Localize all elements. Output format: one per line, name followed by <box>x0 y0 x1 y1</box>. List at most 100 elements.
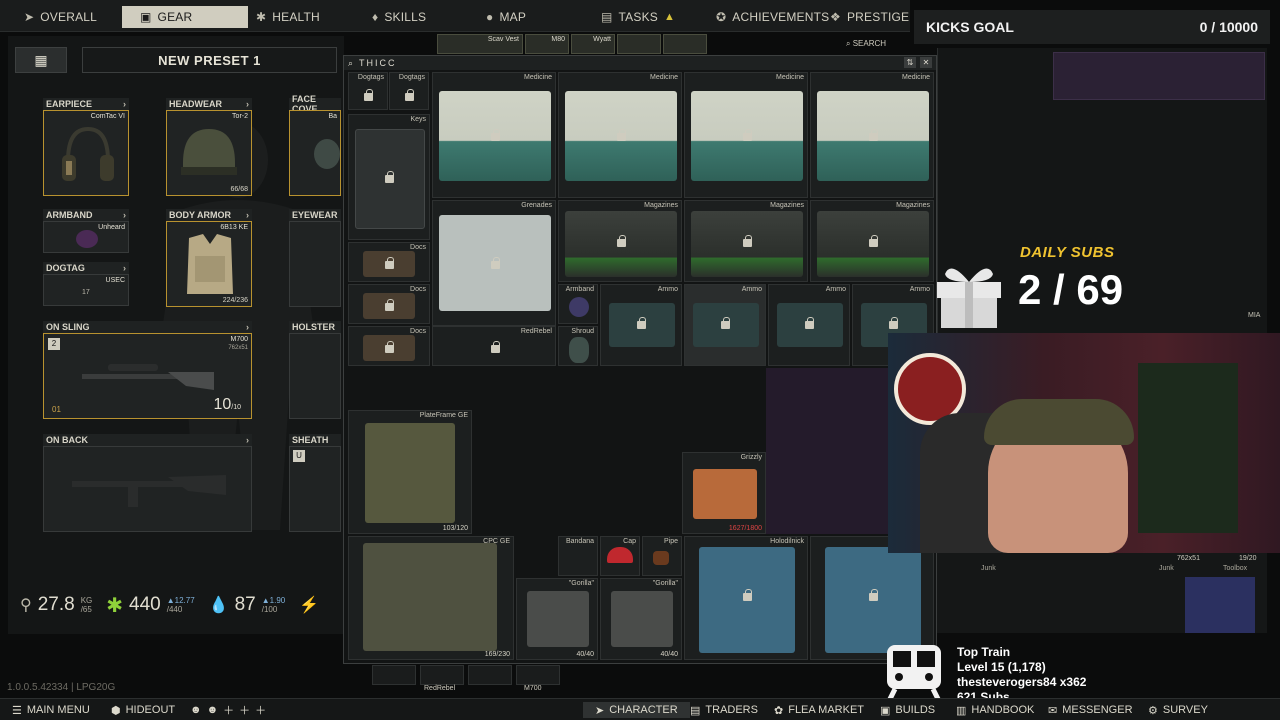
dogtags-slot[interactable]: Dogtags <box>389 72 429 110</box>
sheath-slot[interactable]: U <box>289 446 341 532</box>
body-armor-slot[interactable]: 6B13 KE 224/236 <box>166 221 252 307</box>
tab-gear[interactable]: ▣ GEAR <box>122 6 248 28</box>
headset-icon <box>62 126 114 181</box>
strip-wyatt[interactable]: Wyatt <box>571 34 615 54</box>
skills-icon: ♦ <box>372 10 379 24</box>
plateframe-item[interactable]: PlateFrame GE 103/120 <box>348 410 472 534</box>
quick-slot[interactable] <box>516 665 560 685</box>
builds-button[interactable]: ▣ BUILDS <box>880 702 935 718</box>
preset-name-field[interactable]: NEW PRESET 1 <box>82 47 337 73</box>
main-menu-button[interactable]: ☰ MAIN MENU <box>12 702 90 718</box>
warning-icon: ▲ <box>664 11 676 23</box>
version-label: 1.0.0.5.42334 | LPG20G <box>7 682 116 693</box>
chevron-right-icon: › <box>246 99 249 109</box>
strip-empty-slot[interactable] <box>617 34 661 54</box>
hideout-button[interactable]: ⬢ HIDEOUT <box>111 702 175 718</box>
face-cover-slot[interactable]: Ba <box>289 110 341 196</box>
shroud-slot[interactable]: Shroud <box>558 326 598 366</box>
keys-case[interactable]: Keys <box>348 114 430 240</box>
toolbox-art <box>1185 577 1255 633</box>
earpiece-slot[interactable]: ComTac VI <box>43 110 129 196</box>
docs-case[interactable]: Docs <box>348 242 430 282</box>
docs-case[interactable]: Docs <box>348 326 430 366</box>
holodilnick-case[interactable]: Holodilnick <box>684 536 808 660</box>
medicine-case[interactable]: Medicine <box>558 72 682 198</box>
survey-button[interactable]: ⚙ SURVEY <box>1148 702 1208 718</box>
redrebel-slot[interactable]: RedRebel <box>432 326 556 366</box>
tab-overall[interactable]: ➤ OVERALL <box>24 6 97 28</box>
ammo-case[interactable]: Ammo <box>768 284 850 366</box>
ammo-case-hovered[interactable]: Ammo <box>684 284 766 366</box>
armband-slot[interactable]: Unheard <box>43 221 129 253</box>
medicine-case[interactable]: Medicine <box>684 72 808 198</box>
grenades-case[interactable]: Grenades <box>432 200 556 326</box>
tab-tasks[interactable]: ▤ TASKS ▲ <box>601 6 675 28</box>
holster-slot[interactable] <box>289 333 341 419</box>
tab-health[interactable]: ✱ HEALTH <box>256 6 320 28</box>
bandana-item[interactable]: Bandana <box>558 536 598 576</box>
close-button[interactable]: ✕ <box>920 57 932 68</box>
tab-skills[interactable]: ♦ SKILLS <box>372 6 426 28</box>
magazines-case[interactable]: Magazines <box>684 200 808 282</box>
lock-icon <box>385 341 394 353</box>
preset-menu-button[interactable]: ▦ <box>15 47 67 73</box>
headwear-slot[interactable]: Tor-2 66/68 <box>166 110 252 196</box>
handbook-icon: ▥ <box>956 704 967 717</box>
scav-button[interactable]: ☻ ☻ ＋ ＋ ＋ <box>190 702 266 718</box>
eyewear-slot[interactable] <box>289 221 341 307</box>
top-train-info: Top Train Level 15 (1,178) thesteveroger… <box>957 645 1087 704</box>
grizzly-medkit[interactable]: Grizzly 1627/1800 <box>682 452 766 534</box>
medicine-case[interactable]: Medicine <box>432 72 556 198</box>
cap-item[interactable]: Cap <box>600 536 640 576</box>
strip-scav-vest[interactable]: Scav Vest <box>437 34 523 54</box>
grizzly-art <box>693 469 757 519</box>
gorilla-helmet[interactable]: "Gorilla" 40/40 <box>600 578 682 660</box>
cpc-armor-item[interactable]: CPC GE 169/230 <box>348 536 514 660</box>
on-sling-slot[interactable]: 2 M700 762x51 01 10/10 <box>43 333 252 419</box>
lock-icon <box>637 317 646 329</box>
slot-header-armband: ARMBAND › <box>43 209 129 221</box>
prestige-icon: ❖ <box>830 10 841 24</box>
lock-icon <box>743 235 752 247</box>
messenger-button[interactable]: ✉ MESSENGER <box>1048 702 1133 718</box>
strip-m80[interactable]: M80 <box>525 34 569 54</box>
handbook-button[interactable]: ▥ HANDBOOK <box>956 702 1034 718</box>
strip-empty-slot[interactable] <box>663 34 707 54</box>
dogtags-slot[interactable]: Dogtags <box>348 72 388 110</box>
gorilla-helmet[interactable]: "Gorilla" 40/40 <box>516 578 598 660</box>
character-button[interactable]: ➤ CHARACTER <box>583 702 690 718</box>
medicine-case[interactable]: Medicine <box>810 72 934 198</box>
map-pin-icon: ● <box>486 10 494 24</box>
ammo-case[interactable]: Ammo <box>600 284 682 366</box>
mask-icon <box>314 139 340 169</box>
armband-item-slot[interactable]: Armband <box>558 284 598 324</box>
pmc-icon: ☻ <box>206 704 219 716</box>
holodilnick-case[interactable] <box>810 536 934 660</box>
preset-icon: ▦ <box>34 51 48 68</box>
quick-slot[interactable] <box>468 665 512 685</box>
lock-icon <box>743 129 752 141</box>
sort-button[interactable]: ⇅ <box>904 57 916 68</box>
magazines-case[interactable]: Magazines <box>558 200 682 282</box>
slot-header-sheath: SHEATH <box>289 434 341 446</box>
quick-slot[interactable] <box>420 665 464 685</box>
on-back-slot[interactable] <box>43 446 252 532</box>
lock-icon <box>364 89 373 101</box>
traders-button[interactable]: ▤ TRADERS <box>690 702 758 718</box>
quick-slot[interactable] <box>372 665 416 685</box>
kicks-goal-banner: KICKS GOAL 0 / 10000 <box>914 10 1270 44</box>
tab-prestige[interactable]: ❖ PRESTIGE <box>830 6 909 28</box>
flea-market-button[interactable]: ✿ FLEA MARKET <box>774 702 864 718</box>
tab-achievements[interactable]: ✪ ACHIEVEMENTS <box>716 6 829 28</box>
ammo-counter: 10/10 <box>213 396 241 413</box>
pipe-item[interactable]: Pipe <box>642 536 682 576</box>
energy-icon: ✱ <box>106 594 124 617</box>
magazines-case[interactable]: Magazines <box>810 200 934 282</box>
highlighted-stash-area <box>1053 52 1265 100</box>
cpc-armor-art <box>363 543 497 651</box>
tab-map[interactable]: ● MAP <box>486 6 526 28</box>
dogtag-slot[interactable]: USEC 17 <box>43 274 129 306</box>
search-label[interactable]: ⌕ SEARCH <box>846 39 886 49</box>
chevron-right-icon: › <box>246 322 249 332</box>
docs-case[interactable]: Docs <box>348 284 430 324</box>
